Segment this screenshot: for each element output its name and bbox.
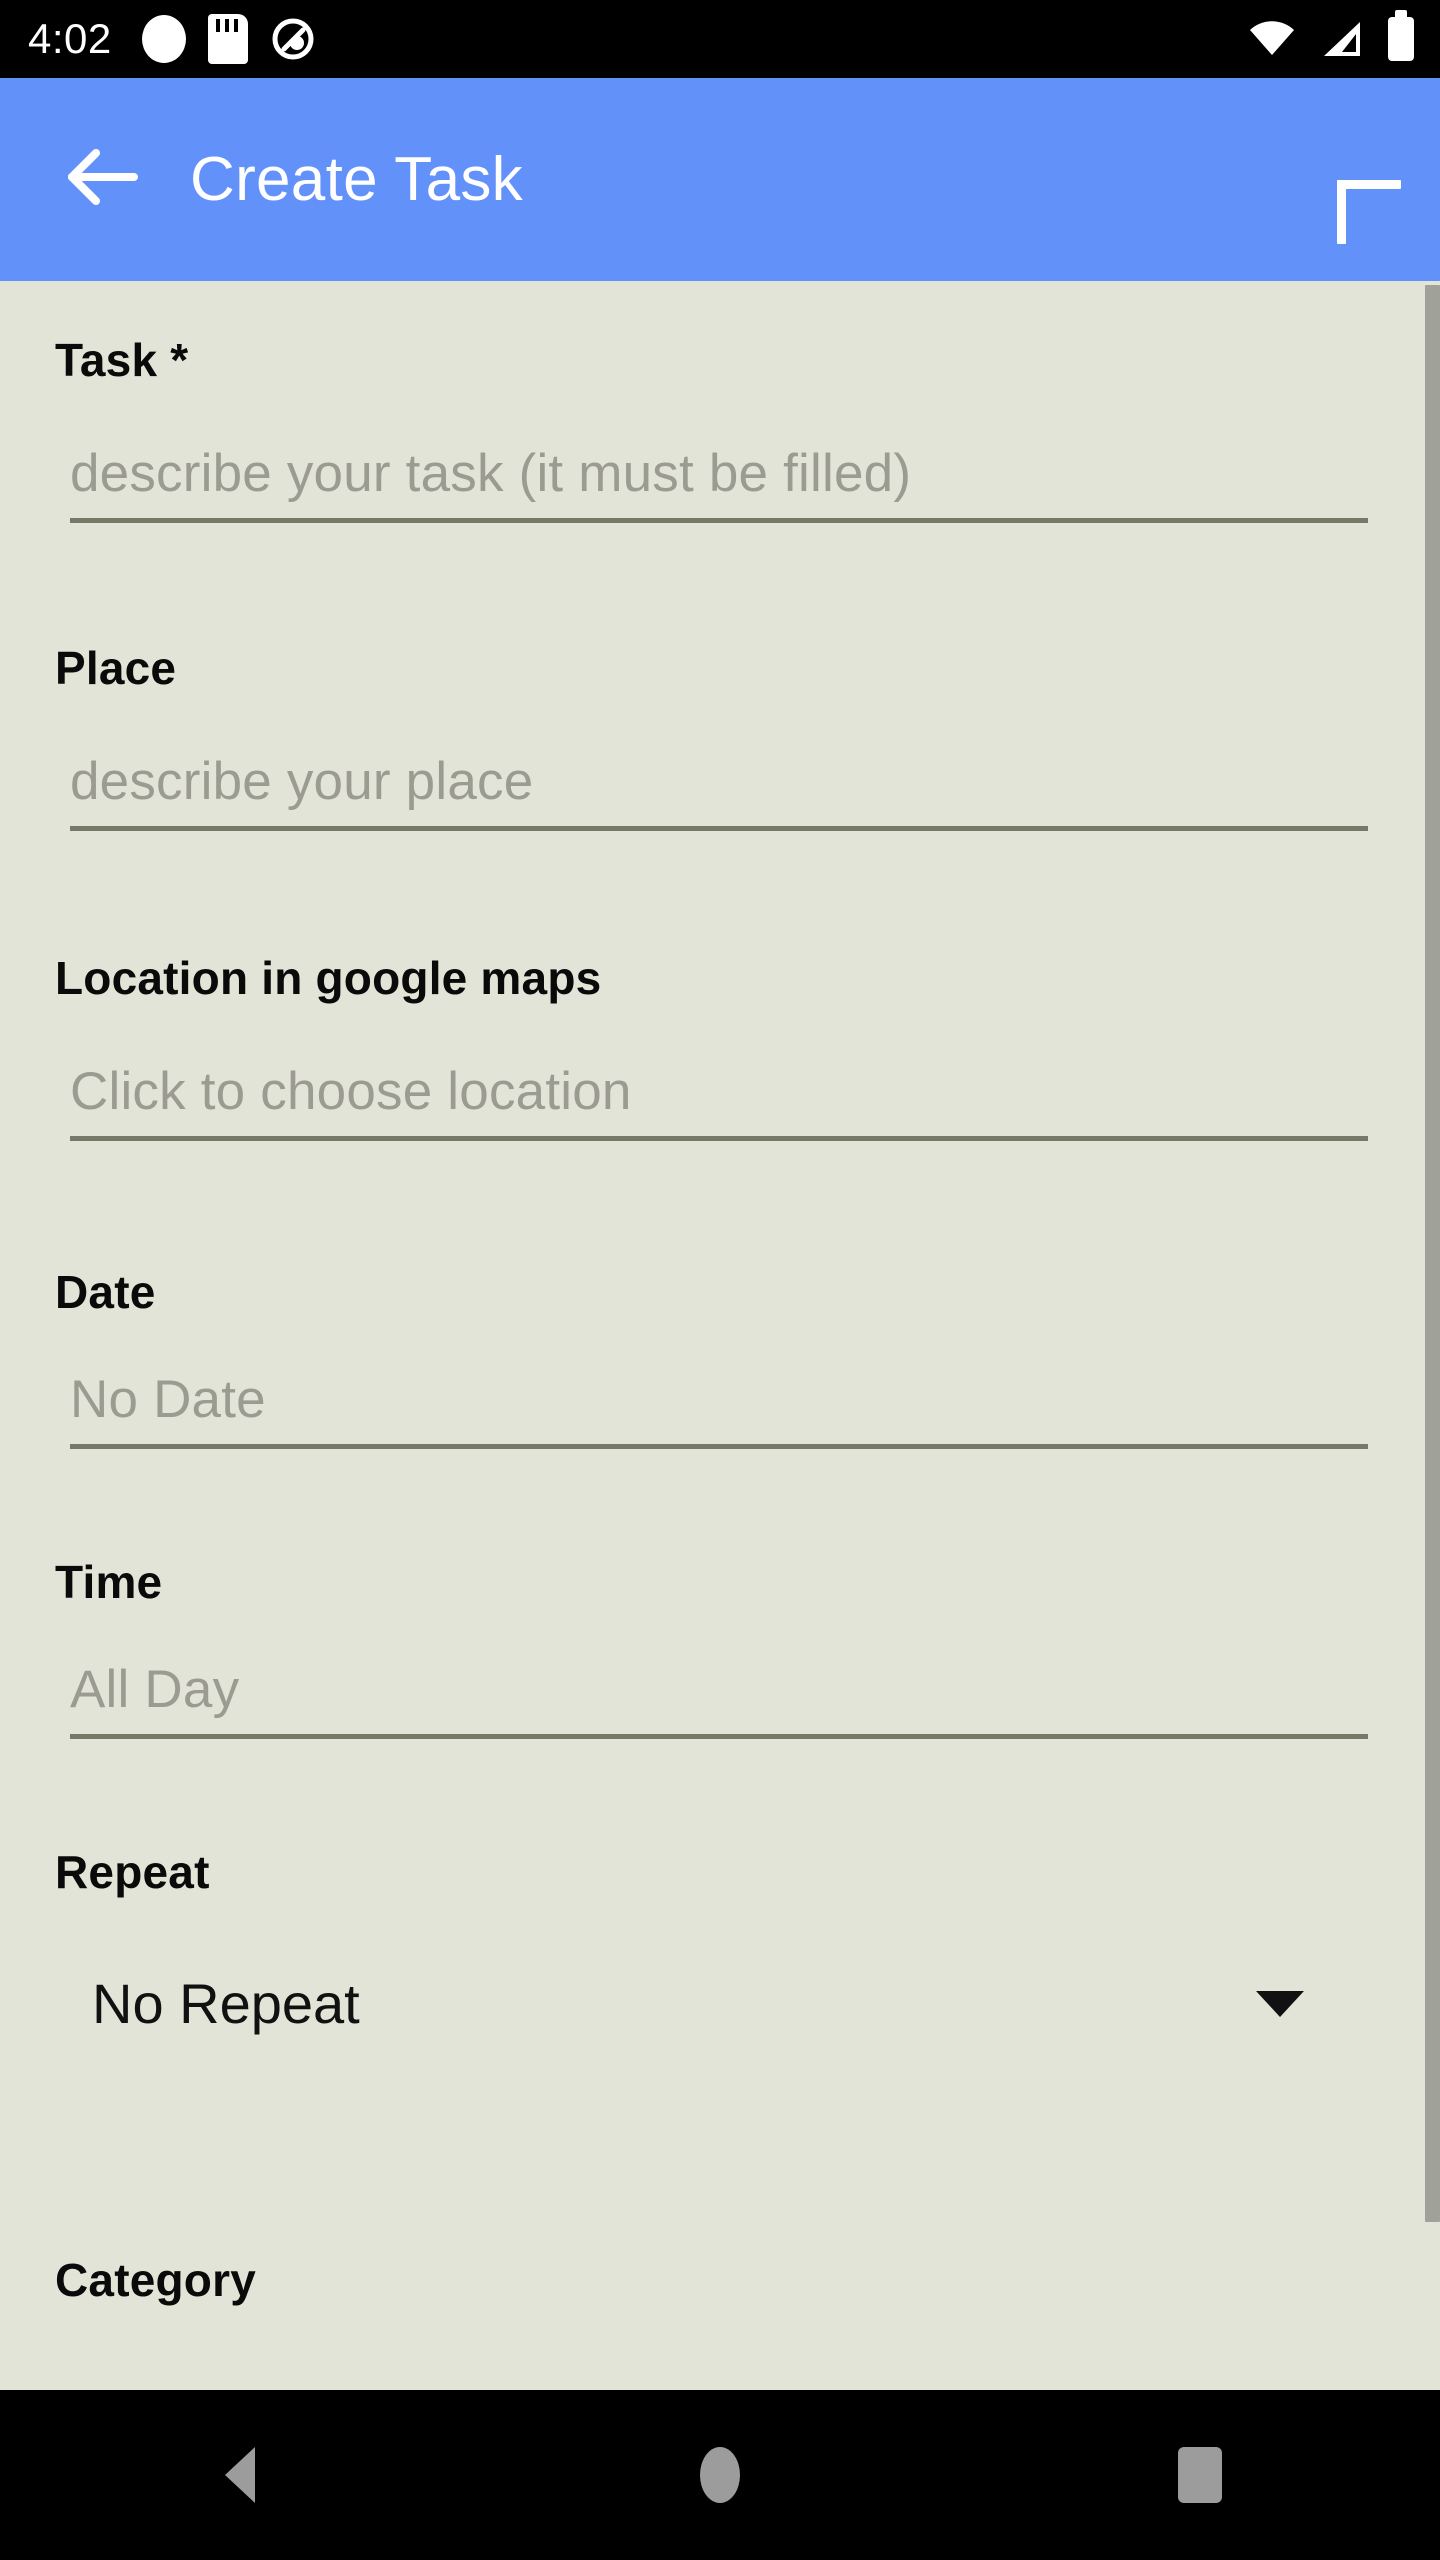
- status-bar: 4:02: [0, 0, 1440, 78]
- system-navigation-bar: [0, 2390, 1440, 2560]
- phone-screen: 4:02 Create Task Task * describe your ta…: [0, 0, 1440, 2560]
- nav-home-button[interactable]: [625, 2390, 815, 2560]
- arrow-left-icon: [66, 146, 140, 213]
- time-picker-placeholder: All Day: [70, 1660, 240, 1719]
- app-bar: Create Task: [0, 78, 1440, 281]
- field-label-time: Time: [55, 1556, 163, 1608]
- back-button[interactable]: [48, 125, 158, 235]
- location-picker-underline: [70, 1136, 1368, 1141]
- nav-recents-button[interactable]: [1105, 2390, 1295, 2560]
- chevron-down-icon: [1256, 1990, 1304, 2017]
- create-task-form: Task * describe your task (it must be fi…: [0, 281, 1440, 2390]
- location-picker-placeholder: Click to choose location: [70, 1062, 632, 1121]
- time-picker-underline: [70, 1734, 1368, 1739]
- sd-card-icon: [207, 14, 248, 64]
- status-bar-notification-icons: [141, 14, 316, 64]
- location-picker[interactable]: Click to choose location: [70, 1061, 1370, 1141]
- field-label-task: Task *: [55, 334, 189, 386]
- date-picker[interactable]: No Date: [70, 1369, 1370, 1449]
- place-input[interactable]: describe your place: [70, 751, 1370, 831]
- field-label-category: Category: [55, 2254, 256, 2306]
- vertical-scrollbar-thumb[interactable]: [1425, 285, 1440, 2222]
- square-recents-icon: [1178, 2447, 1222, 2503]
- cellular-signal-icon: [1320, 20, 1364, 58]
- wifi-icon: [1248, 21, 1296, 57]
- task-input-underline: [70, 518, 1368, 523]
- vertical-scrollbar[interactable]: [1425, 281, 1440, 2390]
- date-picker-underline: [70, 1444, 1368, 1449]
- page-title: Create Task: [190, 145, 523, 214]
- field-location: Location in google maps Click to choose …: [0, 951, 1440, 1141]
- field-category: Category: [0, 2253, 1440, 2307]
- field-label-place: Place: [55, 642, 177, 694]
- nav-back-button[interactable]: [145, 2390, 335, 2560]
- repeat-spinner-value: No Repeat: [92, 1972, 360, 2035]
- record-dot-icon: [141, 15, 186, 63]
- status-bar-system-icons: [1248, 10, 1414, 61]
- field-time: Time All Day: [0, 1555, 1440, 1739]
- add-task-button[interactable]: [1282, 125, 1401, 244]
- circle-home-icon: [700, 2447, 740, 2503]
- field-label-location: Location in google maps: [55, 952, 602, 1004]
- place-input-placeholder: describe your place: [70, 752, 534, 811]
- android-q-icon: [270, 16, 316, 62]
- task-input-placeholder: describe your task (it must be filled): [70, 444, 912, 503]
- date-picker-placeholder: No Date: [70, 1370, 266, 1429]
- task-input[interactable]: describe your task (it must be filled): [70, 443, 1370, 523]
- field-repeat: Repeat No Repeat: [0, 1845, 1440, 2036]
- field-place: Place describe your place: [0, 641, 1440, 831]
- triangle-back-icon: [225, 2447, 255, 2503]
- field-label-repeat: Repeat: [55, 1846, 210, 1898]
- place-input-underline: [70, 826, 1368, 831]
- repeat-spinner[interactable]: No Repeat: [70, 1971, 1370, 2036]
- status-bar-clock: 4:02: [28, 15, 112, 62]
- field-date: Date No Date: [0, 1265, 1440, 1449]
- time-picker[interactable]: All Day: [70, 1659, 1370, 1739]
- battery-icon: [1388, 10, 1414, 61]
- field-task: Task * describe your task (it must be fi…: [0, 333, 1440, 523]
- field-label-date: Date: [55, 1266, 156, 1318]
